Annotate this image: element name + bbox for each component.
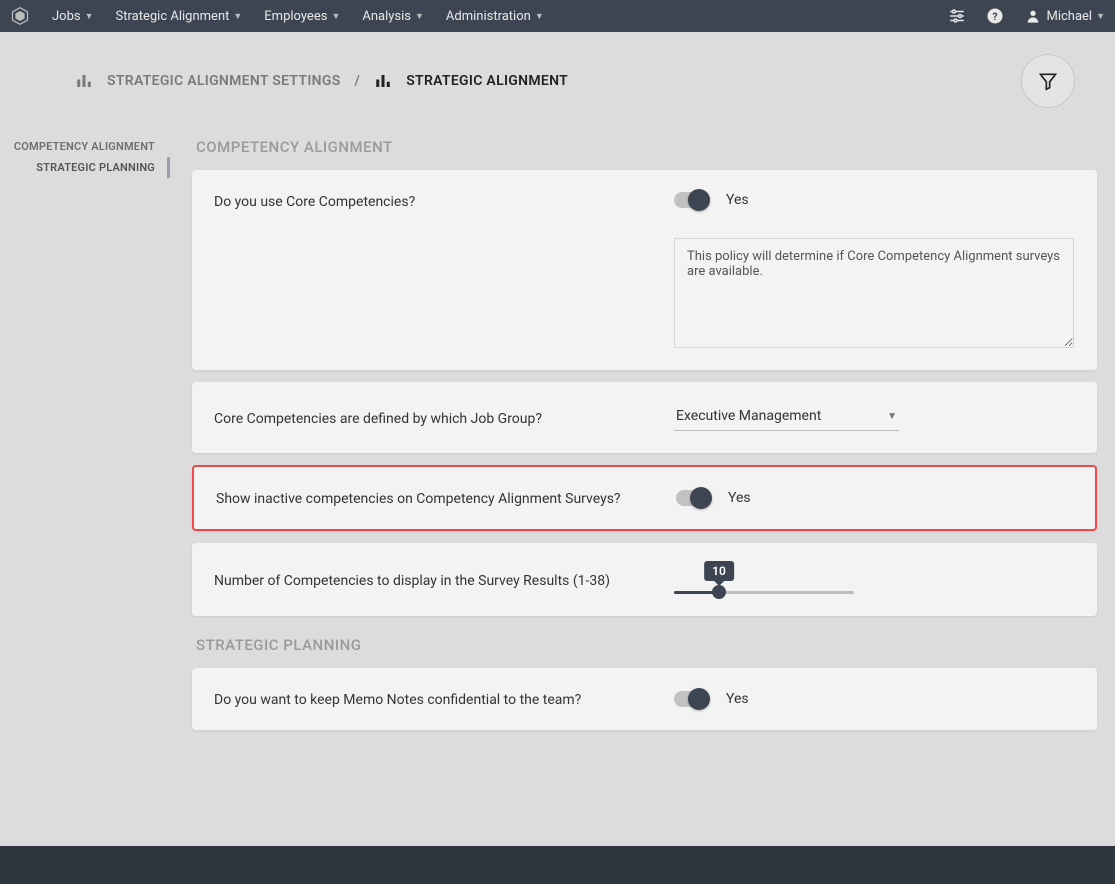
chevron-down-icon: ▼ bbox=[331, 11, 340, 22]
chevron-down-icon: ▼ bbox=[85, 11, 94, 22]
toggle-show-inactive[interactable] bbox=[676, 490, 710, 506]
nav-administration[interactable]: Administration ▼ bbox=[446, 9, 544, 24]
nav-label: Strategic Alignment bbox=[116, 9, 230, 24]
nav-label: Jobs bbox=[52, 9, 81, 24]
nav-strategic-alignment[interactable]: Strategic Alignment ▼ bbox=[116, 9, 243, 24]
toggle-memo-notes[interactable] bbox=[674, 691, 708, 707]
breadcrumb-separator: / bbox=[355, 73, 361, 89]
nav-analysis[interactable]: Analysis ▼ bbox=[362, 9, 424, 24]
nav-label: Analysis bbox=[362, 9, 411, 24]
nav-label: Employees bbox=[264, 9, 327, 24]
bar-chart-icon bbox=[374, 72, 392, 90]
sidebar: COMPETENCY ALIGNMENT STRATEGIC PLANNING bbox=[0, 130, 170, 846]
chevron-down-icon: ▼ bbox=[415, 11, 424, 22]
bar-chart-icon bbox=[75, 72, 93, 90]
settings-sliders-icon[interactable] bbox=[948, 7, 966, 25]
toggle-label: Yes bbox=[726, 691, 749, 707]
card-core-competencies: Do you use Core Competencies? Yes bbox=[192, 170, 1097, 370]
chevron-down-icon: ▼ bbox=[1096, 11, 1105, 22]
setting-label: Number of Competencies to display in the… bbox=[214, 571, 634, 589]
footer-bar bbox=[0, 846, 1115, 884]
num-competencies-slider[interactable]: 10 bbox=[674, 565, 854, 594]
filter-icon bbox=[1038, 71, 1058, 91]
slider-thumb[interactable] bbox=[712, 585, 726, 599]
select-value: Executive Management bbox=[676, 408, 821, 424]
toggle-label: Yes bbox=[728, 490, 751, 506]
card-num-competencies: Number of Competencies to display in the… bbox=[192, 543, 1097, 616]
user-name: Michael bbox=[1046, 9, 1092, 24]
chevron-down-icon: ▼ bbox=[887, 411, 897, 422]
help-icon[interactable]: ? bbox=[986, 7, 1004, 25]
toggle-label: Yes bbox=[726, 192, 749, 208]
filter-button[interactable] bbox=[1021, 54, 1075, 108]
toggle-core-competencies[interactable] bbox=[674, 192, 708, 208]
slider-tooltip: 10 bbox=[704, 561, 734, 581]
job-group-select[interactable]: Executive Management ▼ bbox=[674, 404, 899, 431]
nav-employees[interactable]: Employees ▼ bbox=[264, 9, 340, 24]
top-nav: Jobs ▼ Strategic Alignment ▼ Employees ▼… bbox=[0, 0, 1115, 32]
setting-label: Do you want to keep Memo Notes confident… bbox=[214, 690, 634, 708]
breadcrumb-parent[interactable]: STRATEGIC ALIGNMENT SETTINGS bbox=[107, 73, 341, 89]
setting-label: Do you use Core Competencies? bbox=[214, 192, 634, 210]
section-title-planning: STRATEGIC PLANNING bbox=[192, 628, 1097, 668]
card-job-group: Core Competencies are defined by which J… bbox=[192, 382, 1097, 453]
sidebar-item-strategic-planning[interactable]: STRATEGIC PLANNING bbox=[0, 157, 170, 178]
chevron-down-icon: ▼ bbox=[233, 11, 242, 22]
chevron-down-icon: ▼ bbox=[535, 11, 544, 22]
policy-description-textarea[interactable] bbox=[674, 238, 1074, 348]
logo-icon bbox=[10, 6, 30, 26]
card-show-inactive: Show inactive competencies on Competency… bbox=[192, 465, 1097, 531]
user-icon bbox=[1024, 7, 1042, 25]
svg-text:?: ? bbox=[993, 10, 998, 23]
content-area: COMPETENCY ALIGNMENT Do you use Core Com… bbox=[170, 130, 1115, 850]
setting-label: Core Competencies are defined by which J… bbox=[214, 409, 634, 427]
user-menu[interactable]: Michael ▼ bbox=[1024, 7, 1105, 25]
nav-jobs[interactable]: Jobs ▼ bbox=[52, 9, 94, 24]
nav-label: Administration bbox=[446, 9, 531, 24]
section-title-competency: COMPETENCY ALIGNMENT bbox=[192, 130, 1097, 170]
breadcrumb-current: STRATEGIC ALIGNMENT bbox=[406, 73, 568, 89]
sidebar-item-competency-alignment[interactable]: COMPETENCY ALIGNMENT bbox=[0, 136, 170, 157]
card-memo-notes: Do you want to keep Memo Notes confident… bbox=[192, 668, 1097, 730]
breadcrumb-bar: STRATEGIC ALIGNMENT SETTINGS / STRATEGIC… bbox=[0, 32, 1115, 130]
setting-label: Show inactive competencies on Competency… bbox=[216, 489, 636, 507]
